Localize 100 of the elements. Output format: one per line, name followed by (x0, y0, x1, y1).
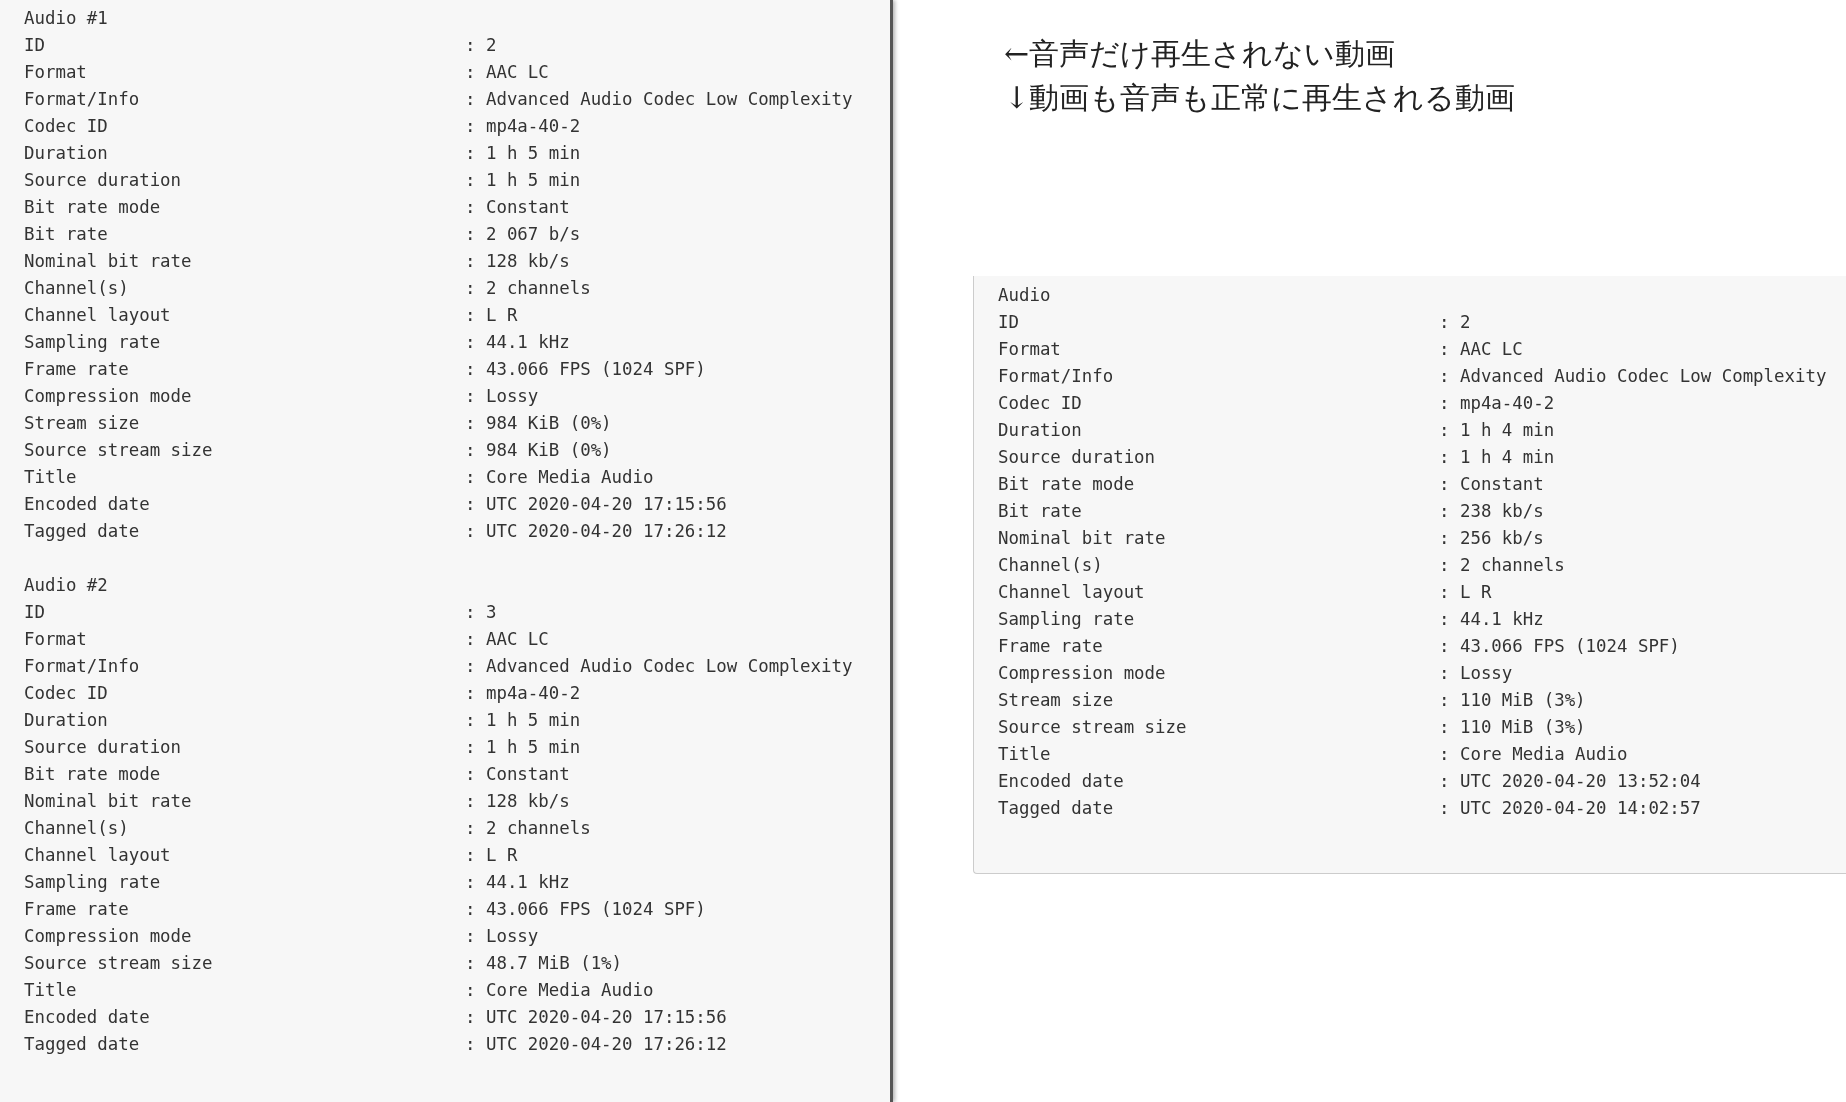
field-value: : 1 h 5 min (465, 736, 581, 759)
field-value: : 984 KiB (0%) (465, 439, 612, 462)
field-label: Source stream size (24, 952, 213, 975)
field-label: Format (24, 628, 87, 651)
field-label: Tagged date (998, 797, 1114, 820)
field-label: Title (24, 979, 77, 1002)
field-value: : 2 (465, 34, 497, 57)
field-label: Source stream size (998, 716, 1187, 739)
field-label: Sampling rate (24, 331, 161, 354)
field-label: Encoded date (24, 493, 150, 516)
field-value: : 256 kb/s (1439, 527, 1544, 550)
field-value: : UTC 2020-04-20 17:26:12 (465, 520, 727, 543)
field-label: Nominal bit rate (998, 527, 1166, 550)
field-value: : 1 h 5 min (465, 142, 581, 165)
field-value: : mp4a-40-2 (465, 115, 581, 138)
field-label: Channel layout (24, 304, 171, 327)
field-value: : AAC LC (465, 61, 549, 84)
field-label: Bit rate mode (24, 196, 161, 219)
field-value: : UTC 2020-04-20 17:26:12 (465, 1033, 727, 1056)
field-value: : Core Media Audio (465, 979, 654, 1002)
section-heading: Audio #2 (24, 574, 109, 597)
field-value: : AAC LC (465, 628, 549, 651)
field-label: Nominal bit rate (24, 250, 192, 273)
field-value: : 128 kb/s (465, 250, 570, 273)
field-value: : 43.066 FPS (1024 SPF) (1439, 635, 1680, 658)
field-label: Sampling rate (24, 871, 161, 894)
field-value: : L R (465, 304, 518, 327)
field-value: : Lossy (465, 385, 539, 408)
field-label: Format/Info (998, 365, 1114, 388)
field-label: Tagged date (24, 520, 140, 543)
field-label: Bit rate mode (998, 473, 1135, 496)
field-value: : 984 KiB (0%) (465, 412, 612, 435)
field-value: : 44.1 kHz (465, 871, 570, 894)
note-text: ←音声だけ再生されない動画 (1004, 35, 1396, 73)
field-label: Channel(s) (24, 277, 129, 300)
field-label: Channel layout (24, 844, 171, 867)
field-value: : UTC 2020-04-20 17:15:56 (465, 1006, 727, 1029)
field-value: : 2 channels (1439, 554, 1565, 577)
field-value: : UTC 2020-04-20 14:02:57 (1439, 797, 1701, 820)
field-value: : 110 MiB (3%) (1439, 689, 1586, 712)
field-value: : 128 kb/s (465, 790, 570, 813)
field-label: Codec ID (24, 682, 108, 705)
field-label: Tagged date (24, 1033, 140, 1056)
field-label: Frame rate (998, 635, 1103, 658)
field-label: Codec ID (24, 115, 108, 138)
field-value: : Constant (1439, 473, 1544, 496)
field-label: Compression mode (998, 662, 1166, 685)
field-label: Frame rate (24, 358, 129, 381)
field-value: : 48.7 MiB (1%) (465, 952, 623, 975)
field-label: Title (24, 466, 77, 489)
field-value: : Advanced Audio Codec Low Complexity (1439, 365, 1827, 388)
field-value: : 3 (465, 601, 497, 624)
field-value: : Lossy (1439, 662, 1513, 685)
field-label: Sampling rate (998, 608, 1135, 631)
field-value: : 1 h 5 min (465, 169, 581, 192)
field-label: Compression mode (24, 925, 192, 948)
field-value: : 44.1 kHz (465, 331, 570, 354)
field-value: : L R (465, 844, 518, 867)
field-label: Title (998, 743, 1051, 766)
field-label: Channel layout (998, 581, 1145, 604)
field-label: Encoded date (24, 1006, 150, 1029)
field-value: : 1 h 4 min (1439, 419, 1555, 442)
field-value: : Core Media Audio (1439, 743, 1628, 766)
field-value: : 1 h 4 min (1439, 446, 1555, 469)
field-value: : Constant (465, 763, 570, 786)
field-value: : 2 channels (465, 277, 591, 300)
field-label: Compression mode (24, 385, 192, 408)
field-value: : 43.066 FPS (1024 SPF) (465, 358, 706, 381)
field-label: Bit rate (998, 500, 1082, 523)
field-label: Source duration (24, 169, 182, 192)
field-label: Nominal bit rate (24, 790, 192, 813)
field-label: Codec ID (998, 392, 1082, 415)
field-value: : mp4a-40-2 (1439, 392, 1555, 415)
field-label: Format/Info (24, 655, 140, 678)
field-label: Source stream size (24, 439, 213, 462)
field-value: : L R (1439, 581, 1492, 604)
field-label: Duration (24, 142, 108, 165)
note-text: ↓動画も音声も正常に再生される動画 (1004, 79, 1516, 117)
field-value: : 2 067 b/s (465, 223, 581, 246)
field-label: Bit rate (24, 223, 108, 246)
field-value: : 2 (1439, 311, 1471, 334)
field-value: : Advanced Audio Codec Low Complexity (465, 88, 853, 111)
section-heading: Audio (998, 284, 1052, 307)
field-label: Frame rate (24, 898, 129, 921)
field-label: Duration (24, 709, 108, 732)
field-value: : Core Media Audio (465, 466, 654, 489)
field-label: Source duration (998, 446, 1156, 469)
field-value: : 110 MiB (3%) (1439, 716, 1586, 739)
field-value: : AAC LC (1439, 338, 1523, 361)
section-heading: Audio #1 (24, 7, 109, 30)
field-value: : UTC 2020-04-20 17:15:56 (465, 493, 727, 516)
field-label: Channel(s) (24, 817, 129, 840)
field-value: : 1 h 5 min (465, 709, 581, 732)
field-label: Format (998, 338, 1061, 361)
field-label: Bit rate mode (24, 763, 161, 786)
field-label: ID (24, 601, 45, 624)
field-label: Source duration (24, 736, 182, 759)
field-value: : 238 kb/s (1439, 500, 1544, 523)
field-value: : UTC 2020-04-20 13:52:04 (1439, 770, 1701, 793)
field-value: : Advanced Audio Codec Low Complexity (465, 655, 853, 678)
